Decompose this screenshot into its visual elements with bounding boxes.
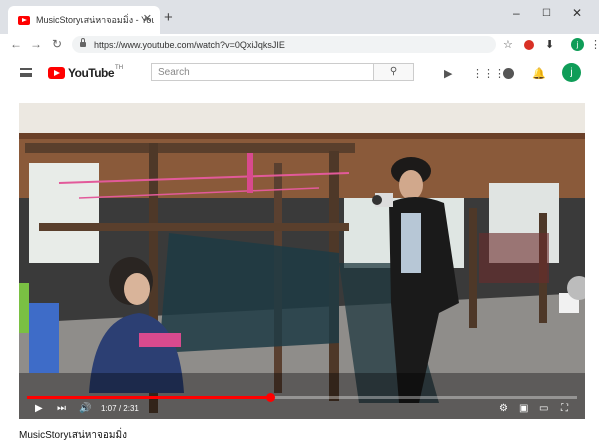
bookmark-star-icon[interactable]: ☆: [503, 38, 513, 51]
youtube-play-logo-icon: [48, 67, 65, 79]
browser-menu-icon[interactable]: ⋮: [590, 38, 599, 51]
next-icon[interactable]: ⏭: [57, 403, 66, 414]
omnibox[interactable]: https://www.youtube.com/watch?v=0QxiJqks…: [72, 36, 496, 53]
miniplayer-icon[interactable]: ▣: [519, 403, 528, 414]
search-button[interactable]: ⚲: [374, 63, 414, 81]
back-icon[interactable]: ←: [10, 37, 22, 51]
browser-profile-avatar[interactable]: j: [571, 38, 584, 51]
reload-icon[interactable]: ↻: [52, 37, 62, 51]
address-bar: ← → ↻ https://www.youtube.com/watch?v=0Q…: [0, 34, 599, 57]
create-video-icon[interactable]: ▶: [444, 67, 452, 80]
progress-fill: [27, 396, 271, 399]
current-time: 1:07: [101, 404, 117, 413]
video-frame: [19, 103, 585, 419]
window-close-icon[interactable]: ✕: [572, 6, 582, 20]
url-text: https://www.youtube.com/watch?v=0QxiJqks…: [94, 39, 285, 50]
video-title: MusicStoryเสน่หาจอมมิ่ง: [19, 430, 127, 441]
video-player[interactable]: ▶ ⏭ 🔊 1:07 / 2:31 ⚙ ▣ ▭ ⛶: [19, 103, 585, 419]
video-progress-bar[interactable]: [27, 393, 577, 402]
tab-close-icon[interactable]: ✕: [143, 12, 152, 25]
youtube-header: YouTube TH Search ⚲ ▶ ⋮⋮⋮ 🔔 j: [0, 56, 599, 90]
browser-tab[interactable]: MusicStoryเสน่หาจอมมิ่ง - YouTube ✕: [8, 6, 160, 34]
theater-mode-icon[interactable]: ▭: [539, 403, 548, 414]
avatar[interactable]: j: [562, 63, 581, 82]
notifications-bell-icon[interactable]: 🔔: [532, 67, 546, 80]
new-tab-icon[interactable]: +: [164, 9, 173, 26]
youtube-logo-country: TH: [115, 65, 124, 71]
download-icon[interactable]: ⬇: [545, 38, 554, 51]
settings-gear-icon[interactable]: ⚙: [499, 403, 508, 414]
youtube-logo-text: YouTube: [68, 66, 115, 80]
maximize-icon[interactable]: ☐: [542, 8, 551, 19]
fullscreen-icon[interactable]: ⛶: [561, 403, 568, 414]
search-icon: ⚲: [389, 66, 398, 77]
play-icon[interactable]: ▶: [35, 403, 43, 414]
tab-title: MusicStoryเสน่หาจอมมิ่ง - YouTube: [36, 15, 154, 25]
lock-icon: [80, 38, 86, 47]
volume-icon[interactable]: 🔊: [79, 403, 91, 414]
search-input[interactable]: Search: [151, 63, 374, 81]
youtube-logo[interactable]: YouTube TH: [48, 65, 124, 80]
hamburger-menu-icon[interactable]: [20, 68, 32, 77]
forward-icon[interactable]: →: [30, 37, 42, 51]
youtube-favicon-icon: [18, 15, 30, 25]
browser-tab-bar: MusicStoryเสน่หาจอมมิ่ง - YouTube ✕ + – …: [0, 0, 599, 34]
duration: 2:31: [123, 404, 139, 413]
minimize-icon[interactable]: –: [513, 6, 520, 20]
messages-icon[interactable]: [503, 68, 514, 79]
time-display: 1:07 / 2:31: [101, 404, 139, 413]
extension-record-icon[interactable]: [524, 40, 534, 50]
apps-grid-icon[interactable]: ⋮⋮⋮: [472, 67, 505, 80]
